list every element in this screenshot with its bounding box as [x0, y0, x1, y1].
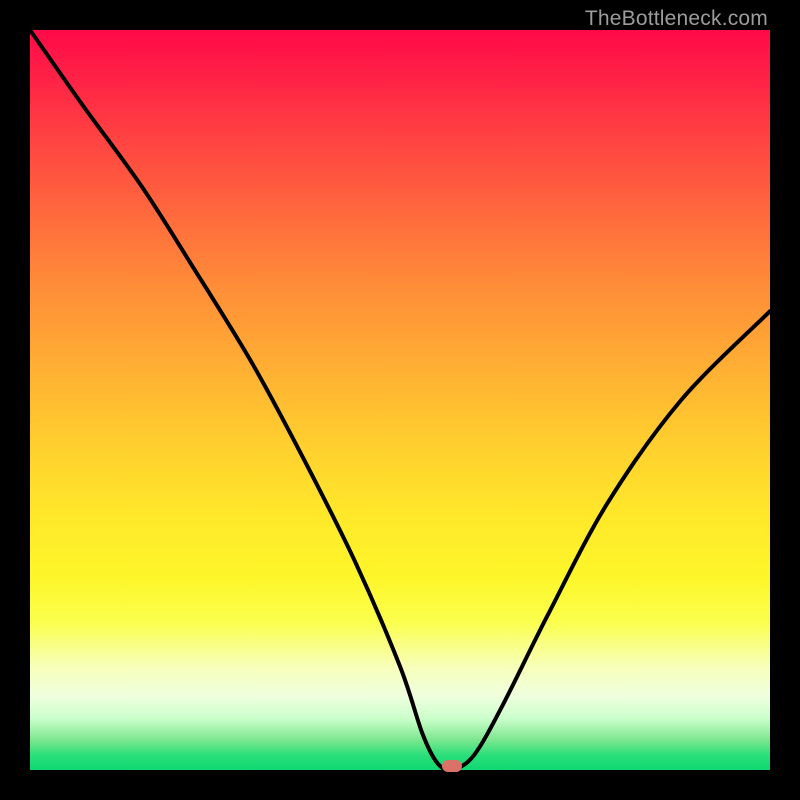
plot-area — [30, 30, 770, 770]
curve-svg — [30, 30, 770, 770]
bottleneck-curve — [30, 30, 770, 770]
minimum-point-marker — [442, 760, 462, 772]
watermark-text: TheBottleneck.com — [585, 7, 768, 31]
chart-frame: TheBottleneck.com — [0, 0, 800, 800]
